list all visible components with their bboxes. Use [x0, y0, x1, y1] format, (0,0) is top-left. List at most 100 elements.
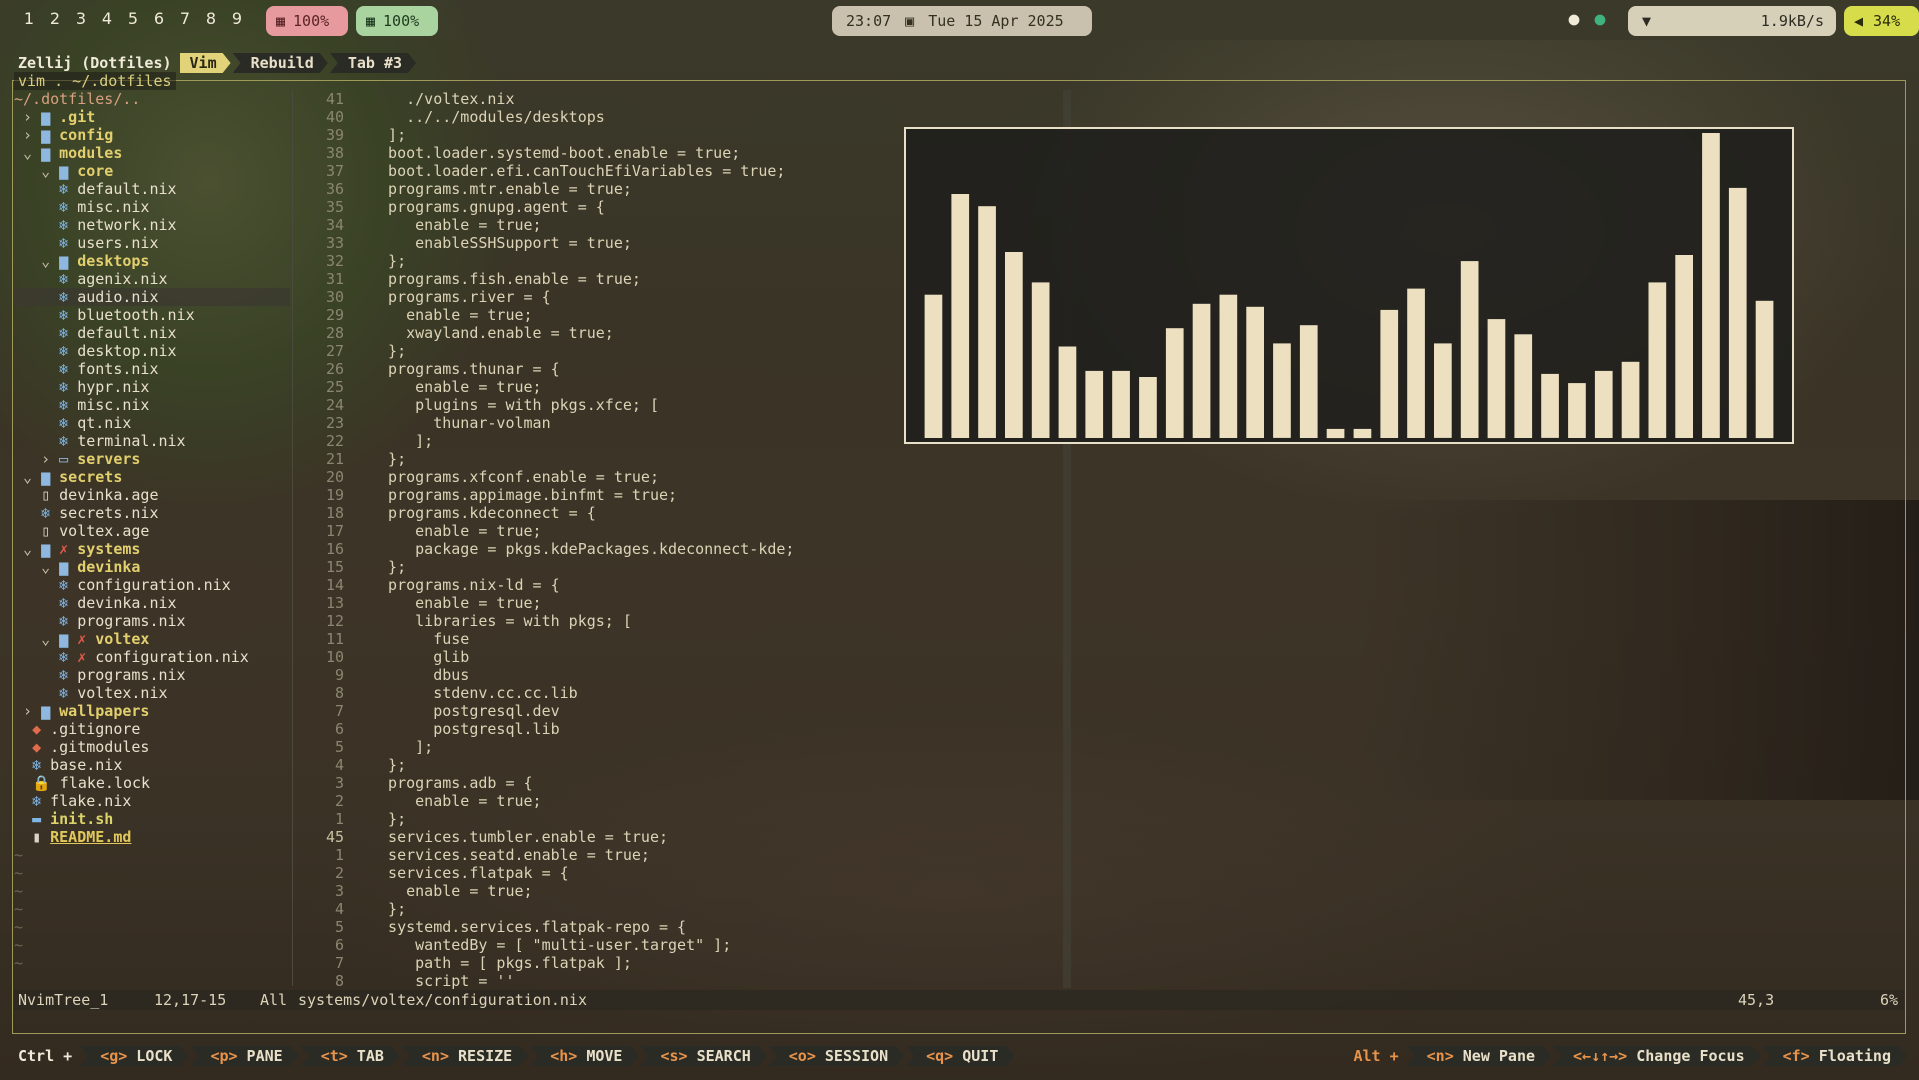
code-line[interactable]: 2 enable = true; [300, 792, 1070, 810]
tree-item[interactable]: ⌄ ▆ desktops [14, 252, 290, 270]
workspace-3[interactable]: 3 [68, 9, 94, 28]
code-line[interactable]: 41 ./voltex.nix [300, 90, 1070, 108]
workspace-5[interactable]: 5 [120, 9, 146, 28]
code-line[interactable]: 3 programs.adb = { [300, 774, 1070, 792]
code-line[interactable]: 17 enable = true; [300, 522, 1070, 540]
clock-widget[interactable]: 23:07 ▣ Tue 15 Apr 2025 [832, 6, 1092, 36]
tree-item[interactable]: ⌄ ▆ core [14, 162, 290, 180]
code-line[interactable]: 5 ]; [300, 738, 1070, 756]
tree-item[interactable]: › ▆ config [14, 126, 290, 144]
tree-item[interactable]: ❄ voltex.nix [14, 684, 290, 702]
code-line[interactable]: 11 fuse [300, 630, 1070, 648]
tab-vim[interactable]: Vim [180, 53, 231, 73]
tab-3[interactable]: Tab #3 [330, 53, 416, 73]
tree-item[interactable]: ❄ configuration.nix [14, 576, 290, 594]
workspace-7[interactable]: 7 [172, 9, 198, 28]
tree-item[interactable]: ❄ default.nix [14, 324, 290, 342]
tray-app-icon[interactable] [1592, 12, 1608, 28]
tree-item[interactable]: ❄ qt.nix [14, 414, 290, 432]
tree-item[interactable]: ▯ voltex.age [14, 522, 290, 540]
code-line[interactable]: 3 enable = true; [300, 882, 1070, 900]
tree-item[interactable]: ❄ terminal.nix [14, 432, 290, 450]
tree-item[interactable]: 🔒 flake.lock [14, 774, 290, 792]
keybind-session[interactable]: <o> SESSION [769, 1046, 904, 1066]
tree-item[interactable]: › ▭ servers [14, 450, 290, 468]
tree-item[interactable]: › ▆ .git [14, 108, 290, 126]
tree-item[interactable]: ⌄ ▆ ✗ voltex [14, 630, 290, 648]
tree-item[interactable]: ▬ init.sh [14, 810, 290, 828]
tree-item[interactable]: ❄ audio.nix [14, 288, 290, 306]
tree-item[interactable]: ❄ network.nix [14, 216, 290, 234]
discord-icon[interactable] [1566, 12, 1582, 28]
tree-item[interactable]: ❄ programs.nix [14, 612, 290, 630]
code-line[interactable]: 5 systemd.services.flatpak-repo = { [300, 918, 1070, 936]
tree-item[interactable]: ▮ README.md [14, 828, 290, 846]
cpu-widget[interactable]: ▦ 100% [356, 6, 438, 36]
keybind-pane[interactable]: <p> PANE [190, 1046, 298, 1066]
chevron-down-icon[interactable]: ⌄ [41, 558, 59, 576]
code-line[interactable]: 6 wantedBy = [ "multi-user.target" ]; [300, 936, 1070, 954]
tree-item[interactable]: ⌄ ▆ devinka [14, 558, 290, 576]
workspace-4[interactable]: 4 [94, 9, 120, 28]
code-line[interactable]: 45 services.tumbler.enable = true; [300, 828, 1070, 846]
keybind-change-focus[interactable]: <←↓↑→> Change Focus [1553, 1046, 1761, 1066]
code-line[interactable]: 6 postgresql.lib [300, 720, 1070, 738]
tree-item[interactable]: ◆ .gitignore [14, 720, 290, 738]
keybind-new-pane[interactable]: <n> New Pane [1407, 1046, 1551, 1066]
code-line[interactable]: 4 }; [300, 756, 1070, 774]
chevron-down-icon[interactable]: ⌄ [23, 144, 41, 162]
tree-item[interactable]: ❄ misc.nix [14, 198, 290, 216]
keybind-quit[interactable]: <q> QUIT [906, 1046, 1014, 1066]
chevron-right-icon[interactable]: › [23, 126, 41, 144]
volume-widget[interactable]: ◀ 34% [1844, 6, 1919, 36]
code-line[interactable]: 8 script = '' [300, 972, 1070, 990]
workspace-1[interactable]: 1 [16, 9, 42, 28]
code-line[interactable]: 7 path = [ pkgs.flatpak ]; [300, 954, 1070, 972]
code-line[interactable]: 1 services.seatd.enable = true; [300, 846, 1070, 864]
tree-item[interactable]: ❄ fonts.nix [14, 360, 290, 378]
code-line[interactable]: 9 dbus [300, 666, 1070, 684]
code-line[interactable]: 21 }; [300, 450, 1070, 468]
chevron-right-icon[interactable]: › [41, 450, 59, 468]
chevron-down-icon[interactable]: ⌄ [23, 468, 41, 486]
tree-item[interactable]: ❄ desktop.nix [14, 342, 290, 360]
workspace-9[interactable]: 9 [224, 9, 250, 28]
code-line[interactable]: 13 enable = true; [300, 594, 1070, 612]
code-line[interactable]: 2 services.flatpak = { [300, 864, 1070, 882]
tree-item[interactable]: ▯ devinka.age [14, 486, 290, 504]
chevron-down-icon[interactable]: ⌄ [23, 540, 41, 558]
nvim-tree[interactable]: ~/.dotfiles/.. › ▆ .git › ▆ config ⌄ ▆ m… [14, 90, 290, 972]
code-line[interactable]: 16 package = pkgs.kdePackages.kdeconnect… [300, 540, 1070, 558]
tree-item[interactable]: ⌄ ▆ secrets [14, 468, 290, 486]
keybind-floating[interactable]: <f> Floating [1763, 1046, 1907, 1066]
tree-item[interactable]: › ▆ wallpapers [14, 702, 290, 720]
tree-item[interactable]: ⌄ ▆ ✗ systems [14, 540, 290, 558]
tree-item[interactable]: ~/.dotfiles/.. [14, 90, 290, 108]
keybind-resize[interactable]: <n> RESIZE [402, 1046, 528, 1066]
chevron-down-icon[interactable]: ⌄ [41, 630, 59, 648]
code-line[interactable]: 1 }; [300, 810, 1070, 828]
keybind-tab[interactable]: <t> TAB [301, 1046, 400, 1066]
tab-rebuild[interactable]: Rebuild [233, 53, 328, 73]
tree-item[interactable]: ❄ flake.nix [14, 792, 290, 810]
keybind-search[interactable]: <s> SEARCH [640, 1046, 766, 1066]
code-line[interactable]: 12 libraries = with pkgs; [ [300, 612, 1070, 630]
tree-item[interactable]: ❄ bluetooth.nix [14, 306, 290, 324]
network-widget[interactable]: ▼ 1.9kB/s [1628, 6, 1836, 36]
tree-item[interactable]: ⌄ ▆ modules [14, 144, 290, 162]
workspace-2[interactable]: 2 [42, 9, 68, 28]
tree-item[interactable]: ❄ default.nix [14, 180, 290, 198]
tree-item[interactable]: ❄ devinka.nix [14, 594, 290, 612]
tree-item[interactable]: ❄ programs.nix [14, 666, 290, 684]
chevron-right-icon[interactable]: › [23, 702, 41, 720]
chevron-down-icon[interactable]: ⌄ [41, 162, 59, 180]
chevron-right-icon[interactable]: › [23, 108, 41, 126]
tree-item[interactable]: ◆ .gitmodules [14, 738, 290, 756]
workspace-8[interactable]: 8 [198, 9, 224, 28]
code-line[interactable]: 7 postgresql.dev [300, 702, 1070, 720]
code-line[interactable]: 15 }; [300, 558, 1070, 576]
keybind-move[interactable]: <h> MOVE [530, 1046, 638, 1066]
workspace-6[interactable]: 6 [146, 9, 172, 28]
tree-item[interactable]: ❄ misc.nix [14, 396, 290, 414]
tree-item[interactable]: ❄ secrets.nix [14, 504, 290, 522]
